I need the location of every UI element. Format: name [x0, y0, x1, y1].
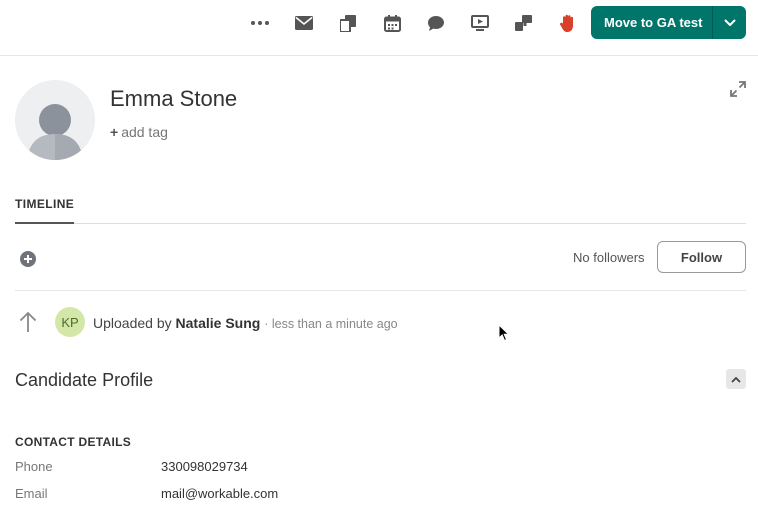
- follow-button[interactable]: Follow: [657, 241, 746, 273]
- video-icon[interactable]: [469, 12, 491, 34]
- contact-details-header: CONTACT DETAILS: [15, 435, 132, 449]
- upload-arrow-icon: [18, 311, 38, 333]
- mouse-cursor-icon: [498, 323, 510, 342]
- add-tag-link[interactable]: + add tag: [110, 124, 168, 140]
- move-stage-button[interactable]: Move to GA test: [591, 6, 746, 39]
- person-icon: [15, 80, 95, 160]
- phone-value: 330098029734: [161, 459, 248, 474]
- add-circle-icon[interactable]: [20, 251, 36, 267]
- tab-timeline[interactable]: TIMELINE: [15, 197, 75, 224]
- collapse-button[interactable]: [726, 369, 746, 389]
- chevron-down-icon[interactable]: [713, 6, 746, 39]
- chevron-up-icon: [731, 376, 741, 383]
- section-title: Candidate Profile: [15, 370, 154, 390]
- followers-status: No followers: [573, 250, 645, 265]
- calendar-icon[interactable]: [381, 12, 403, 34]
- plus-icon: +: [110, 124, 119, 140]
- activity-user[interactable]: Natalie Sung: [176, 315, 261, 331]
- hand-icon[interactable]: [557, 12, 579, 34]
- toolbar: Move to GA test: [0, 0, 758, 56]
- expand-icon[interactable]: [728, 79, 748, 99]
- activity-prefix: Uploaded by: [93, 315, 172, 331]
- puzzle-icon[interactable]: [512, 12, 534, 34]
- phone-label: Phone: [15, 459, 53, 474]
- comment-icon[interactable]: [425, 12, 447, 34]
- email-value: mail@workable.com: [161, 486, 279, 501]
- email-label: Email: [15, 486, 48, 501]
- candidate-name: Emma Stone: [110, 86, 238, 111]
- more-icon[interactable]: [249, 12, 271, 34]
- add-tag-label: add tag: [121, 124, 168, 140]
- divider: [15, 290, 746, 291]
- copy-icon[interactable]: [337, 12, 359, 34]
- user-initials-avatar: KP: [55, 307, 85, 337]
- tabs-bar: TIMELINE: [15, 190, 746, 224]
- activity-entry: Uploaded by Natalie Sung · less than a m…: [93, 315, 398, 331]
- move-stage-label: Move to GA test: [604, 15, 703, 30]
- candidate-avatar: [15, 80, 95, 160]
- mail-icon[interactable]: [293, 12, 315, 34]
- activity-time: · less than a minute ago: [264, 317, 398, 331]
